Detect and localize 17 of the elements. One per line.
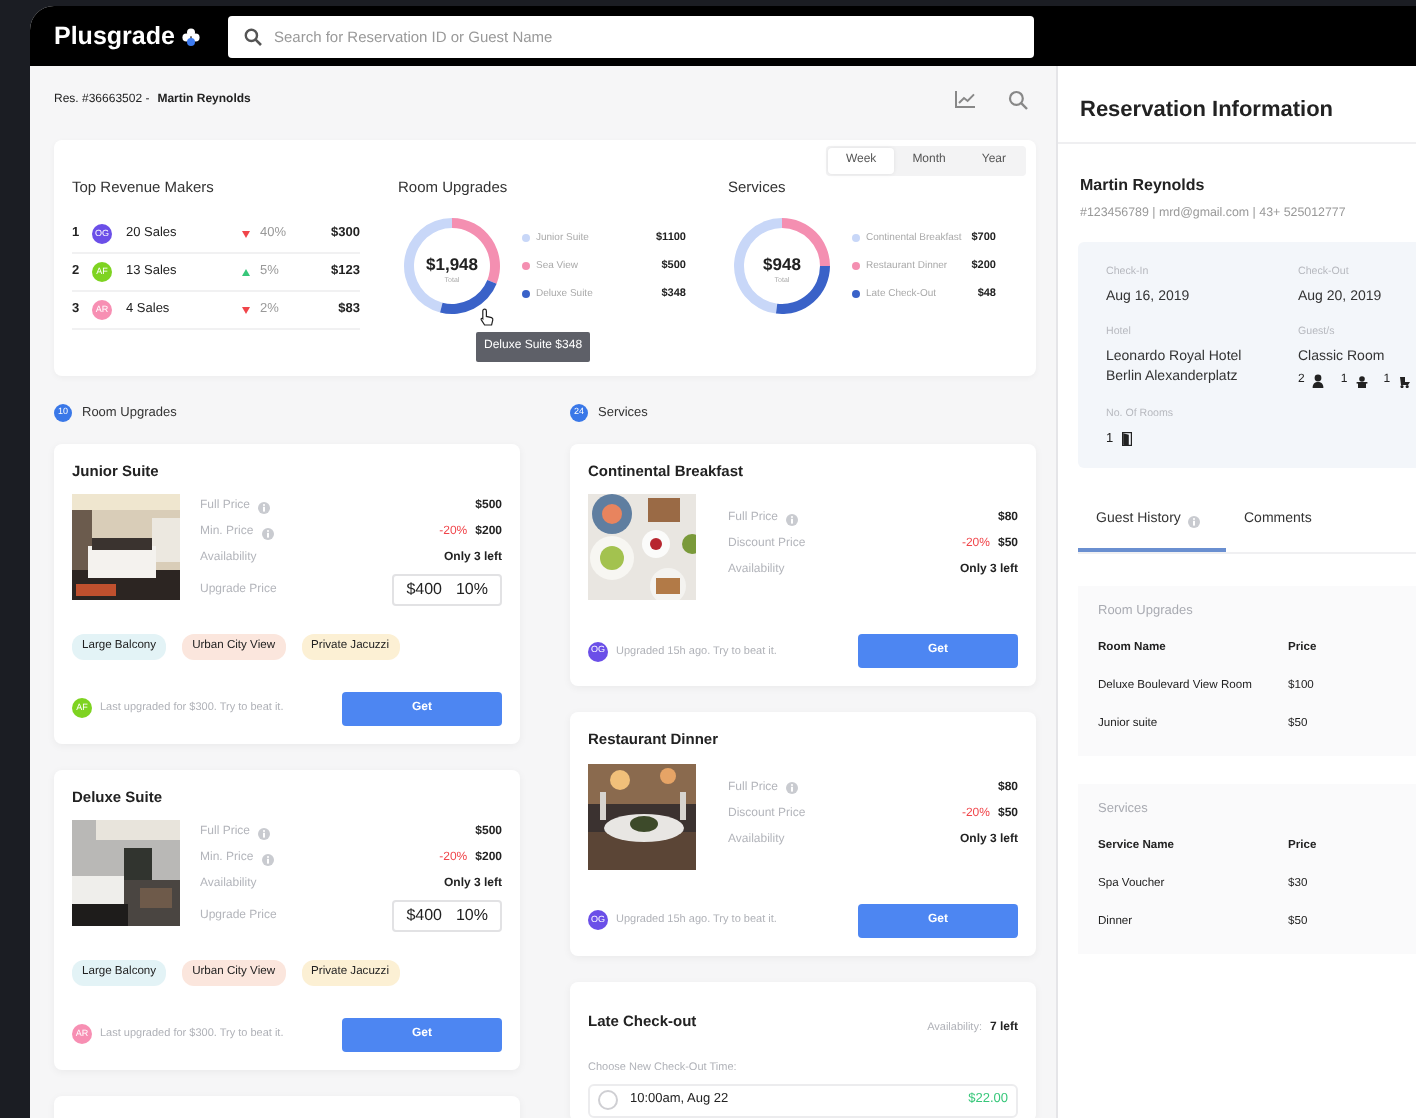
guest-name: Martin Reynolds	[1080, 174, 1207, 198]
line-chart-icon	[954, 90, 976, 108]
stroller-icon	[1398, 373, 1411, 388]
logo: Plusgrade	[54, 19, 175, 54]
panel-title: Reservation Information	[1080, 95, 1334, 126]
price-input[interactable]: $400 10%	[392, 900, 502, 933]
price-input[interactable]: $400 10%	[392, 574, 502, 607]
search-icon	[1008, 90, 1028, 110]
logo-icon	[182, 27, 201, 45]
radio-button[interactable]	[598, 1090, 618, 1111]
total-amount: $948	[763, 254, 801, 275]
total-amount: $1,948	[426, 254, 478, 275]
door-icon	[1121, 432, 1132, 447]
child-icon	[1355, 373, 1368, 388]
search-icon	[244, 27, 262, 45]
hand-cursor-icon	[480, 308, 494, 326]
person-icon	[1312, 373, 1325, 388]
